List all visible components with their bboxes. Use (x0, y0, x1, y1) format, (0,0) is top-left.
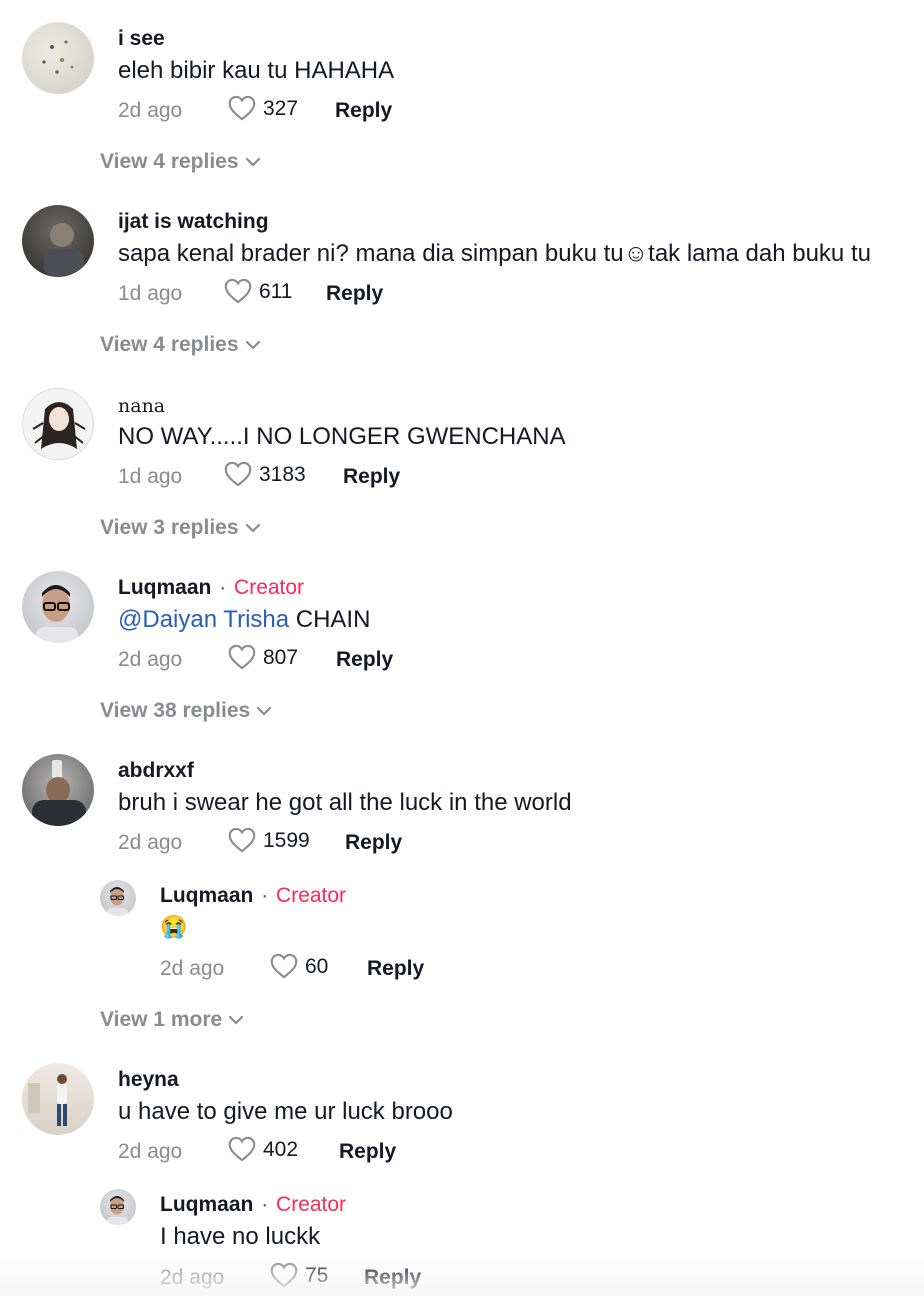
view-replies-label: View 4 replies (100, 150, 239, 173)
like-count: 807 (263, 646, 299, 669)
comment-username[interactable]: ijat is watching (118, 210, 269, 234)
comment-username[interactable]: heyna (118, 1068, 179, 1092)
view-replies-label: View 3 replies (100, 516, 239, 539)
like-count: 402 (263, 1138, 299, 1161)
reply-time: 2d ago (160, 957, 225, 980)
reply-text: I have no luckk (160, 1223, 321, 1250)
chevron-down-icon (229, 1016, 244, 1026)
comment-time: 2d ago (118, 648, 183, 671)
view-replies-button[interactable]: View 38 replies (100, 699, 272, 723)
view-replies-button[interactable]: View 4 replies (100, 150, 261, 174)
comment-username[interactable]: abdrxxf (118, 759, 194, 783)
chevron-down-icon (257, 707, 272, 717)
view-replies-label: View 4 replies (100, 333, 239, 356)
comment-username[interactable]: i see (118, 27, 165, 51)
creator-badge: Creator (234, 576, 305, 599)
avatar[interactable] (22, 571, 94, 643)
comment-time: 2d ago (118, 831, 183, 854)
reply-meta: 2d ago 60 Reply (160, 953, 480, 985)
avatar-image (32, 402, 86, 449)
view-replies-button[interactable]: View 4 replies (100, 333, 261, 357)
comment-username-row: Luqmaan · Creator (118, 576, 304, 600)
creator-badge: Creator (276, 884, 347, 907)
comment-text: eleh bibir kau tu HAHAHA (118, 57, 395, 84)
avatar[interactable] (22, 388, 94, 460)
avatar[interactable] (22, 1063, 94, 1135)
avatar[interactable] (22, 754, 94, 826)
comment-meta: 2d ago 327 Reply (118, 95, 438, 127)
reply-button[interactable]: Reply (367, 957, 424, 981)
reply-username-row: Luqmaan · Creator (160, 884, 346, 908)
comment-meta: 2d ago 402 Reply (118, 1136, 438, 1168)
comment-meta: 1d ago 3183 Reply (118, 461, 438, 493)
reply-username[interactable]: Luqmaan (160, 884, 253, 907)
avatar-image (36, 585, 78, 643)
avatar-image (28, 1074, 67, 1126)
chevron-down-icon (245, 158, 260, 168)
reply-meta: 2d ago 75 Reply (160, 1262, 480, 1294)
comment-text: @Daiyan Trisha CHAIN (118, 606, 370, 634)
avatar[interactable] (100, 880, 136, 916)
like-count: 75 (305, 1264, 329, 1287)
heart-icon[interactable] (224, 461, 254, 489)
view-more-replies-button[interactable]: View 1 more (100, 1008, 244, 1032)
comment-meta: 1d ago 611 Reply (118, 278, 438, 310)
heart-icon[interactable] (228, 1136, 258, 1164)
comment-text: sapa kenal brader ni? mana dia simpan bu… (118, 240, 871, 267)
like-count: 60 (305, 955, 329, 978)
view-replies-label: View 38 replies (100, 699, 251, 722)
reply-username-row: Luqmaan · Creator (160, 1193, 346, 1217)
separator-dot: · (219, 576, 227, 599)
comment-meta: 2d ago 807 Reply (118, 644, 438, 676)
avatar[interactable] (100, 1189, 136, 1225)
reply-button[interactable]: Reply (345, 831, 402, 855)
avatar[interactable] (22, 205, 94, 277)
reply-button[interactable]: Reply (343, 465, 400, 489)
avatar[interactable] (22, 22, 94, 94)
reply-button[interactable]: Reply (326, 282, 383, 306)
separator-dot: · (261, 1193, 269, 1216)
comment-text-body: CHAIN (289, 606, 371, 633)
comment-meta: 2d ago 1599 Reply (118, 827, 438, 859)
separator-dot: · (261, 884, 269, 907)
creator-badge: Creator (276, 1193, 347, 1216)
reply-time: 2d ago (160, 1266, 225, 1289)
reply-username[interactable]: Luqmaan (160, 1193, 253, 1216)
like-count: 3183 (259, 463, 306, 486)
heart-icon[interactable] (270, 1262, 300, 1290)
chevron-down-icon (245, 524, 260, 534)
comment-text: u have to give me ur luck brooo (118, 1098, 453, 1125)
avatar-image (32, 760, 86, 826)
view-replies-button[interactable]: View 3 replies (100, 516, 261, 540)
chevron-down-icon (245, 341, 260, 351)
like-count: 1599 (263, 829, 310, 852)
reply-text: 😭 (160, 914, 188, 939)
comment-time: 1d ago (118, 465, 183, 488)
heart-icon[interactable] (228, 95, 258, 123)
comment-username[interactable]: Luqmaan (118, 576, 211, 599)
comment-time: 2d ago (118, 99, 183, 122)
avatar-image (42, 40, 74, 74)
comment-text: bruh i swear he got all the luck in the … (118, 789, 572, 816)
mention-link[interactable]: @Daiyan Trisha (118, 606, 289, 633)
reply-button[interactable]: Reply (364, 1266, 421, 1290)
reply-button[interactable]: Reply (336, 648, 393, 672)
comment-text: NO WAY.....I NO LONGER GWENCHANA (118, 423, 566, 450)
like-count: 611 (259, 280, 293, 303)
avatar-image (107, 1196, 128, 1225)
avatar-image (107, 887, 128, 916)
avatar-image (44, 223, 84, 277)
heart-icon[interactable] (228, 827, 258, 855)
heart-icon[interactable] (270, 953, 300, 981)
comment-time: 2d ago (118, 1140, 183, 1163)
reply-button[interactable]: Reply (339, 1140, 396, 1164)
view-more-label: View 1 more (100, 1008, 223, 1031)
reply-button[interactable]: Reply (335, 99, 392, 123)
like-count: 327 (263, 97, 299, 120)
heart-icon[interactable] (224, 278, 254, 306)
comment-time: 1d ago (118, 282, 183, 305)
comment-username[interactable]: nana (118, 395, 165, 417)
heart-icon[interactable] (228, 644, 258, 672)
